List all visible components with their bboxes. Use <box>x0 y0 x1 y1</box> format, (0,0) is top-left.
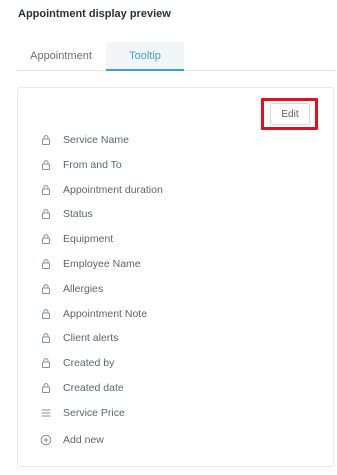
field-allergies: Allergies <box>40 279 320 304</box>
field-label: Client alerts <box>63 332 119 345</box>
drag-handle-icon[interactable] <box>40 407 52 419</box>
field-label: Created date <box>63 381 124 394</box>
field-service-name: Service Name <box>40 130 320 155</box>
lock-icon <box>42 159 50 170</box>
lock-icon <box>42 234 50 245</box>
field-label: Service Price <box>63 406 125 419</box>
plus-circle-icon <box>40 434 52 446</box>
tab-tooltip[interactable]: Tooltip <box>106 42 184 71</box>
field-label: Service Name <box>63 134 129 146</box>
field-appointment-note: Appointment Note <box>40 304 320 329</box>
field-label: Status <box>63 208 93 221</box>
add-new-label: Add new <box>63 434 104 446</box>
field-client-alerts: Client alerts <box>40 328 320 353</box>
field-label: Appointment duration <box>63 183 163 196</box>
field-label: Allergies <box>63 282 104 295</box>
field-created-date: Created date <box>40 378 320 403</box>
field-label: Employee Name <box>63 257 141 270</box>
field-from-and-to: From and To <box>40 155 320 180</box>
field-status: Status <box>40 204 320 229</box>
lock-icon <box>42 259 50 269</box>
tooltip-field-list: Service Name From and To Appointment dur… <box>40 130 320 428</box>
field-label: Equipment <box>63 233 114 246</box>
field-service-price[interactable]: Service Price <box>40 403 320 428</box>
lock-icon <box>42 383 50 393</box>
page-title: Appointment display preview <box>18 8 171 20</box>
field-label: Created by <box>63 357 115 370</box>
lock-icon <box>42 209 50 220</box>
lock-icon <box>42 358 50 369</box>
field-label: Appointment Note <box>63 307 148 320</box>
field-employee-name: Employee Name <box>40 254 320 279</box>
field-label: From and To <box>63 158 122 171</box>
tab-appointment[interactable]: Appointment <box>17 42 105 70</box>
edit-button[interactable]: Edit <box>270 103 310 125</box>
tab-bar: Appointment Tooltip <box>17 42 335 71</box>
field-equipment: Equipment <box>40 229 320 254</box>
lock-icon <box>42 283 50 294</box>
lock-icon <box>42 333 50 344</box>
lock-icon <box>42 135 50 145</box>
lock-icon <box>42 308 50 319</box>
field-created-by: Created by <box>40 353 320 378</box>
field-appointment-duration: Appointment duration <box>40 180 320 205</box>
lock-icon <box>42 184 50 195</box>
